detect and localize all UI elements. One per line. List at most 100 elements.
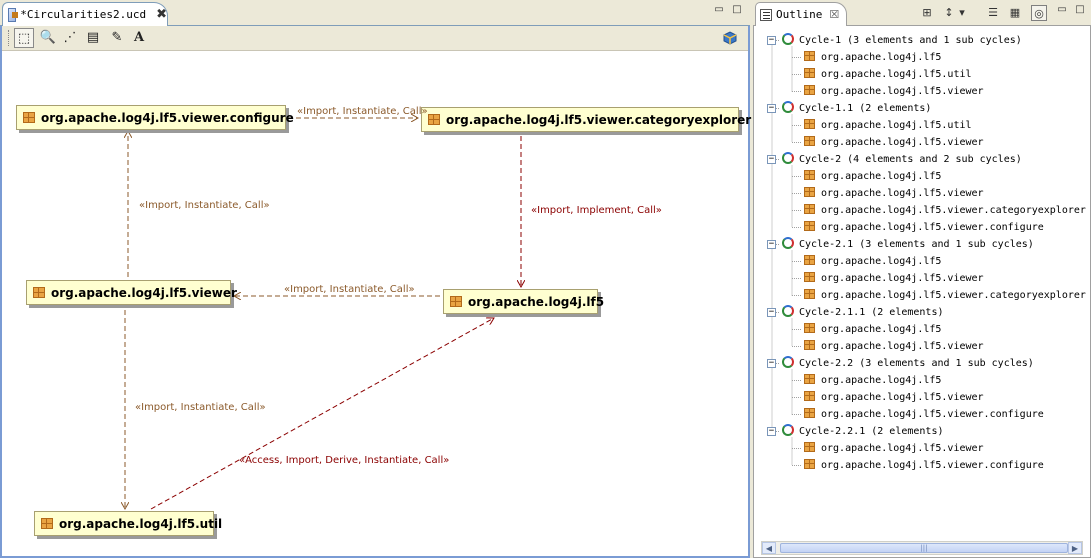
collapse-all-icon[interactable]: ☰ (985, 5, 1001, 21)
sort-icon[interactable]: ↕ (941, 5, 957, 21)
horizontal-scrollbar[interactable]: ◀ ||| ▶ (761, 541, 1083, 555)
chevron-down-icon[interactable]: ▾ (957, 5, 967, 21)
tree-node-cycle[interactable]: − Cycle-1 (3 elements and 1 sub cycles) (754, 32, 1090, 49)
package-icon (33, 287, 45, 298)
editor-frame: ⬚ 🔍 ⋰ ▤ ✎ A org.apache.log4j.lf5.viewer.… (0, 26, 751, 558)
node-lf5[interactable]: org.apache.log4j.lf5 (443, 289, 604, 314)
edge-label-viewer-configure: «Import, Instantiate, Call» (139, 200, 270, 211)
tree-node-cycle[interactable]: − Cycle-2.1.1 (2 elements) (754, 304, 1090, 321)
tree-node-cycle[interactable]: − Cycle-2.2.1 (2 elements) (754, 423, 1090, 440)
package-icon (804, 85, 815, 95)
minimize-icon[interactable]: ▭ (712, 4, 726, 16)
workbench: *Circularities2.ucd ✖ ▭ □ ⬚ 🔍 ⋰ ▤ ✎ A or… (0, 0, 1091, 558)
collapse-toggle-icon[interactable]: − (767, 104, 776, 113)
editor-window-buttons: ▭ □ (712, 4, 744, 16)
collapse-toggle-icon[interactable]: − (767, 155, 776, 164)
cycles-view-icon[interactable]: ◎ (1031, 5, 1047, 21)
layout-icon[interactable]: ▦ (1007, 5, 1023, 21)
note-tool-icon[interactable]: ▤ (83, 28, 103, 48)
maximize-icon[interactable]: □ (730, 4, 744, 16)
hierarchy-icon[interactable]: ⊞ (919, 5, 935, 21)
package-icon (804, 289, 815, 299)
scroll-right-icon[interactable]: ▶ (1068, 542, 1082, 554)
package-label: org.apache.log4j.lf5.viewer (821, 273, 984, 284)
package-label: org.apache.log4j.lf5.viewer.configure (821, 409, 1044, 420)
collapse-toggle-icon[interactable]: − (767, 308, 776, 317)
package-label: org.apache.log4j.lf5 (821, 171, 942, 182)
scroll-left-icon[interactable]: ◀ (762, 542, 776, 554)
package-label: org.apache.log4j.lf5.util (821, 120, 972, 131)
scrollbar-grip: ||| (920, 544, 928, 552)
tree-node-package[interactable]: org.apache.log4j.lf5.viewer (754, 270, 1090, 287)
tree-node-package[interactable]: org.apache.log4j.lf5.viewer (754, 389, 1090, 406)
tree-node-cycle[interactable]: − Cycle-2.2 (3 elements and 1 sub cycles) (754, 355, 1090, 372)
package-label: org.apache.log4j.lf5.util (821, 69, 972, 80)
tree-node-package[interactable]: org.apache.log4j.lf5.viewer (754, 83, 1090, 100)
tree-node-package[interactable]: org.apache.log4j.lf5.viewer.categoryexpl… (754, 202, 1090, 219)
tree-node-package[interactable]: org.apache.log4j.lf5 (754, 372, 1090, 389)
collapse-toggle-icon[interactable]: − (767, 359, 776, 368)
cycle-label: Cycle-2.2.1 (2 elements) (799, 426, 944, 437)
edge-util-lf5[interactable] (150, 318, 494, 510)
node-viewer-categoryexplorer[interactable]: org.apache.log4j.lf5.viewer.categoryexpl… (421, 107, 751, 132)
node-label: org.apache.log4j.lf5.viewer.categoryexpl… (446, 112, 752, 127)
tree-node-package[interactable]: org.apache.log4j.lf5 (754, 253, 1090, 270)
cycle-icon (782, 101, 794, 113)
node-util[interactable]: org.apache.log4j.lf5.util (34, 511, 222, 536)
tree-node-package[interactable]: org.apache.log4j.lf5.viewer (754, 440, 1090, 457)
package-icon (41, 518, 53, 529)
package-label: org.apache.log4j.lf5.viewer (821, 188, 984, 199)
zoom-tool-icon[interactable]: 🔍 (38, 28, 58, 48)
edge-label-util-lf5: «Access, Import, Derive, Instantiate, Ca… (239, 455, 450, 466)
tree-node-package[interactable]: org.apache.log4j.lf5.viewer (754, 134, 1090, 151)
cycle-icon (782, 152, 794, 164)
node-label: org.apache.log4j.lf5 (468, 294, 605, 309)
package-icon (23, 112, 35, 123)
package-label: org.apache.log4j.lf5.viewer.configure (821, 222, 1044, 233)
close-icon[interactable]: ✖ (156, 8, 167, 21)
edge-label-lf5-viewer: «Import, Instantiate, Call» (284, 284, 415, 295)
tree-node-package[interactable]: org.apache.log4j.lf5.util (754, 66, 1090, 83)
collapse-toggle-icon[interactable]: − (767, 240, 776, 249)
tree-node-package[interactable]: org.apache.log4j.lf5.viewer.configure (754, 406, 1090, 423)
cycle-icon (782, 237, 794, 249)
tree-node-package[interactable]: org.apache.log4j.lf5 (754, 168, 1090, 185)
cycle-label: Cycle-1.1 (2 elements) (799, 103, 932, 114)
package-label: org.apache.log4j.lf5 (821, 52, 942, 63)
package-icon (804, 204, 815, 214)
editor-tab[interactable]: *Circularities2.ucd ✖ (2, 2, 168, 26)
tree-node-package[interactable]: org.apache.log4j.lf5.viewer.configure (754, 457, 1090, 474)
package-label: org.apache.log4j.lf5 (821, 324, 942, 335)
node-viewer[interactable]: org.apache.log4j.lf5.viewer (26, 280, 237, 305)
connection-tool-icon[interactable]: ⋰ (60, 28, 80, 48)
tree-node-package[interactable]: org.apache.log4j.lf5 (754, 321, 1090, 338)
collapse-toggle-icon[interactable]: − (767, 427, 776, 436)
tree-node-package[interactable]: org.apache.log4j.lf5 (754, 49, 1090, 66)
node-viewer-configure[interactable]: org.apache.log4j.lf5.viewer.configure (16, 105, 294, 130)
cycle-icon (782, 424, 794, 436)
package-icon (804, 340, 815, 350)
tree-node-cycle[interactable]: − Cycle-1.1 (2 elements) (754, 100, 1090, 117)
tree-node-package[interactable]: org.apache.log4j.lf5.viewer (754, 185, 1090, 202)
toolbar-grip[interactable] (8, 30, 11, 46)
select-tool-icon[interactable]: ⬚ (14, 28, 34, 48)
close-icon[interactable]: ☒ (829, 8, 839, 21)
node-label: org.apache.log4j.lf5.util (59, 516, 223, 531)
minimize-icon[interactable]: ▭ (1055, 4, 1069, 16)
cycle-icon (782, 33, 794, 45)
collapse-toggle-icon[interactable]: − (767, 36, 776, 45)
tree-node-package[interactable]: org.apache.log4j.lf5.util (754, 117, 1090, 134)
diagram-canvas[interactable]: org.apache.log4j.lf5.viewer.configure or… (2, 51, 751, 556)
tree-node-cycle[interactable]: − Cycle-2 (4 elements and 2 sub cycles) (754, 151, 1090, 168)
tree-node-package[interactable]: org.apache.log4j.lf5.viewer.categoryexpl… (754, 287, 1090, 304)
tree-node-cycle[interactable]: − Cycle-2.1 (3 elements and 1 sub cycles) (754, 236, 1090, 253)
diagram-file-icon (8, 7, 19, 22)
maximize-icon[interactable]: □ (1073, 4, 1087, 16)
tree-node-package[interactable]: org.apache.log4j.lf5.viewer (754, 338, 1090, 355)
pin-tool-icon[interactable]: ✎ (107, 28, 127, 48)
text-tool-icon[interactable]: A (129, 28, 149, 48)
diagram-properties-icon[interactable] (720, 28, 740, 48)
scrollbar-thumb[interactable]: ||| (780, 543, 1068, 553)
outline-tab[interactable]: Outline ☒ (755, 2, 847, 26)
tree-node-package[interactable]: org.apache.log4j.lf5.viewer.configure (754, 219, 1090, 236)
